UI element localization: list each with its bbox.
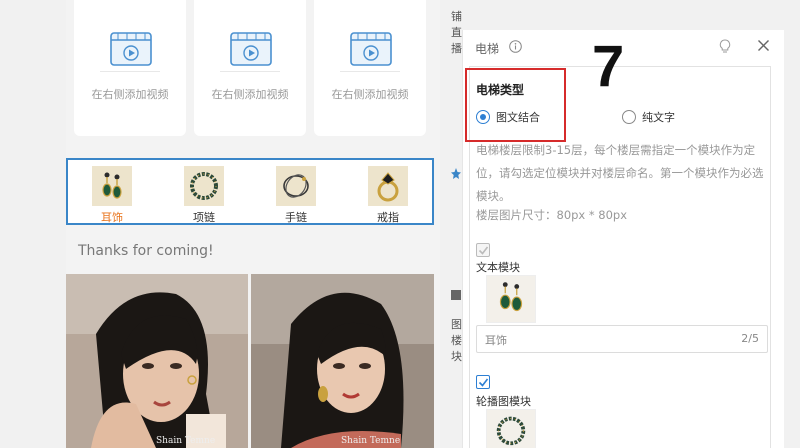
radio-label: 纯文字 bbox=[642, 111, 675, 124]
star-icon[interactable] bbox=[451, 168, 461, 180]
mobile-preview: 在右侧添加视频 在右侧添加视频 在右侧添加视频 耳饰 项链 手链 戒指 Than… bbox=[66, 0, 440, 448]
model-photo-image bbox=[251, 274, 434, 448]
elevator-tab-necklace[interactable]: 项链 bbox=[174, 166, 234, 225]
strip-char: 图 bbox=[451, 318, 462, 331]
necklace-thumbnail[interactable] bbox=[486, 409, 536, 448]
elevator-tab-earrings[interactable]: 耳饰 bbox=[82, 166, 142, 225]
info-icon[interactable] bbox=[509, 40, 522, 53]
add-video-hint: 在右侧添加视频 bbox=[91, 88, 169, 101]
image-size-hint: 楼层图片尺寸：80px * 80px bbox=[476, 208, 628, 222]
editor-strip: 铺 直 播 图 楼 块 bbox=[443, 0, 462, 448]
bracelet-icon bbox=[276, 166, 316, 206]
radio-button[interactable] bbox=[622, 110, 636, 124]
radio-button-selected[interactable] bbox=[476, 110, 490, 124]
text-module-checkbox[interactable] bbox=[476, 243, 490, 257]
radio-label: 图文结合 bbox=[496, 111, 540, 124]
video-placeholder[interactable]: 在右侧添加视频 bbox=[74, 0, 186, 136]
check-icon bbox=[478, 246, 489, 255]
strip-char: 楼 bbox=[451, 334, 462, 347]
elevator-description: 电梯楼层限制3-15层，每个楼层需指定一个模块作为定位，请勾选定位模块并对楼层命… bbox=[476, 143, 764, 203]
elevator-type-title: 电梯类型 bbox=[476, 83, 525, 97]
video-placeholder[interactable]: 在右侧添加视频 bbox=[314, 0, 426, 136]
char-count: 2/5 bbox=[741, 332, 759, 345]
video-placeholder[interactable]: 在右侧添加视频 bbox=[194, 0, 306, 136]
radio-image-text[interactable]: 图文结合 bbox=[476, 109, 540, 125]
carousel-module-checkbox[interactable] bbox=[476, 375, 490, 389]
divider bbox=[340, 71, 400, 72]
add-video-hint: 在右侧添加视频 bbox=[211, 88, 289, 101]
elevator-tab-label: 项链 bbox=[193, 211, 215, 224]
step-number: 7 bbox=[592, 34, 625, 99]
elevator-nav: 耳饰 项链 手链 戒指 bbox=[66, 158, 434, 225]
elevator-tab-label: 耳饰 bbox=[101, 211, 123, 224]
strip-char: 铺 bbox=[451, 10, 462, 23]
earring-thumbnail[interactable] bbox=[486, 275, 536, 323]
model-photo: Shain Temne bbox=[251, 274, 434, 448]
divider bbox=[100, 71, 160, 72]
carousel-module-label: 轮播图模块 bbox=[476, 395, 531, 408]
thanks-text: Thanks for coming! bbox=[78, 243, 214, 259]
strip-char: 直 bbox=[451, 26, 462, 39]
video-icon bbox=[230, 32, 272, 66]
photo-watermark: Shain Temne bbox=[341, 436, 401, 446]
video-icon bbox=[110, 32, 152, 66]
elevator-tab-bracelet[interactable]: 手链 bbox=[266, 166, 326, 225]
elevator-tab-ring[interactable]: 戒指 bbox=[358, 166, 418, 225]
floor-name-value: 耳饰 bbox=[485, 334, 507, 347]
model-photo: Shain Temne bbox=[66, 274, 248, 448]
elevator-tab-label: 戒指 bbox=[377, 211, 399, 224]
panel-title: 电梯 bbox=[475, 42, 500, 56]
block-icon bbox=[451, 290, 461, 300]
radio-text-only[interactable]: 纯文字 bbox=[622, 109, 675, 125]
divider bbox=[220, 71, 280, 72]
necklace-icon bbox=[184, 166, 224, 206]
strip-char: 播 bbox=[451, 42, 462, 55]
add-video-hint: 在右侧添加视频 bbox=[331, 88, 409, 101]
photo-watermark: Shain Temne bbox=[156, 436, 216, 446]
strip-char: 块 bbox=[451, 350, 462, 363]
check-icon bbox=[478, 378, 489, 387]
video-icon bbox=[350, 32, 392, 66]
model-photo-image bbox=[66, 274, 248, 448]
elevator-tab-label: 手链 bbox=[285, 211, 307, 224]
close-icon[interactable] bbox=[757, 39, 770, 52]
floor-name-input[interactable]: 耳饰 2/5 bbox=[476, 325, 768, 353]
earring-icon bbox=[92, 166, 132, 206]
panel-body: 电梯类型 图文结合 纯文字 电梯楼层限制3-15层，每个楼层需指定一个模块作为定… bbox=[469, 66, 771, 448]
text-module-label: 文本模块 bbox=[476, 261, 520, 274]
ring-icon bbox=[368, 166, 408, 206]
lightbulb-icon[interactable] bbox=[719, 39, 731, 54]
